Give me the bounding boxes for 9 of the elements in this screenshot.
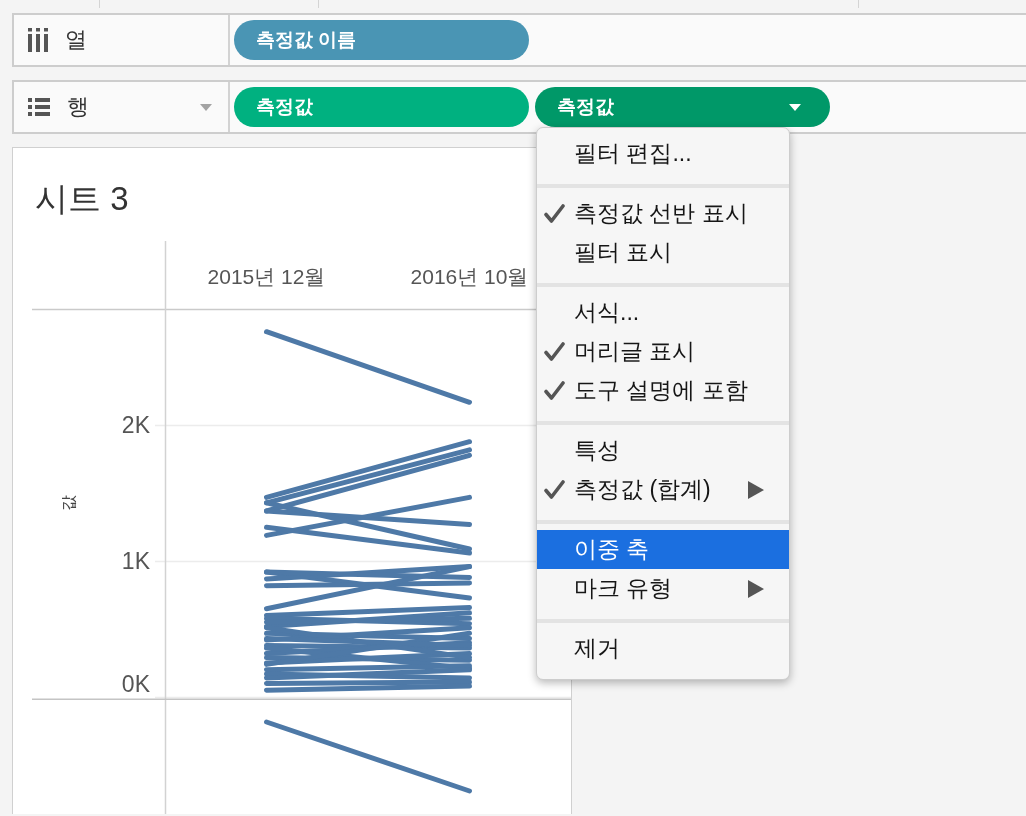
axis-label: 2K: [121, 412, 150, 439]
column-header: 2015년 12월: [207, 264, 326, 288]
shelf-label: 열: [65, 26, 87, 54]
sheet-title: 시트 3: [35, 179, 129, 219]
axis-label: 0K: [121, 671, 150, 697]
shelf-label: 행: [67, 93, 89, 121]
axis-label: 1K: [121, 548, 150, 575]
column-header: 2016년 10월: [410, 264, 529, 288]
axis-title: 값: [59, 495, 77, 511]
